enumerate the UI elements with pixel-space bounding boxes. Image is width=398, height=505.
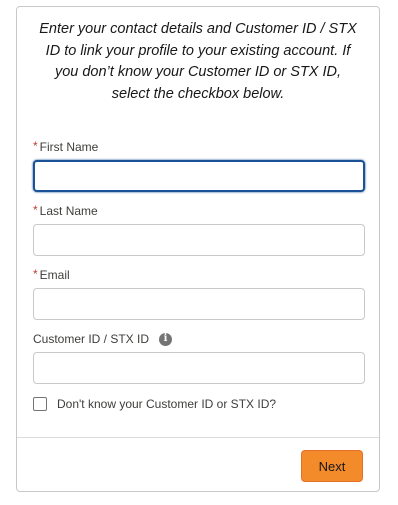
- unknown-id-checkbox[interactable]: [33, 397, 47, 411]
- last-name-label-row: * Last Name: [33, 203, 365, 219]
- first-name-input[interactable]: [33, 160, 365, 192]
- customer-id-input[interactable]: [33, 352, 365, 384]
- first-name-label: First Name: [39, 140, 99, 154]
- customer-id-label: Customer ID / STX ID: [33, 332, 150, 346]
- customer-id-field: Customer ID / STX ID i: [33, 331, 365, 384]
- required-marker: *: [33, 139, 38, 153]
- first-name-field: * First Name: [33, 139, 365, 192]
- email-label: Email: [39, 268, 70, 282]
- last-name-input[interactable]: [33, 224, 365, 256]
- first-name-label-row: * First Name: [33, 139, 365, 155]
- unknown-id-checkbox-label[interactable]: Don't know your Customer ID or STX ID?: [57, 397, 276, 411]
- footer-divider: [17, 437, 379, 438]
- info-icon[interactable]: i: [159, 332, 173, 346]
- email-label-row: * Email: [33, 267, 365, 283]
- required-marker: *: [33, 267, 38, 281]
- next-button[interactable]: Next: [301, 450, 363, 482]
- email-input[interactable]: [33, 288, 365, 320]
- customer-id-label-row: Customer ID / STX ID i: [33, 331, 365, 347]
- last-name-label: Last Name: [39, 204, 98, 218]
- unknown-id-checkbox-row[interactable]: Don't know your Customer ID or STX ID?: [33, 397, 276, 411]
- last-name-field: * Last Name: [33, 203, 365, 256]
- intro-text: Enter your contact details and Customer …: [39, 21, 357, 102]
- required-marker: *: [33, 203, 38, 217]
- email-field: * Email: [33, 267, 365, 320]
- contact-details-card: Enter your contact details and Customer …: [16, 6, 380, 492]
